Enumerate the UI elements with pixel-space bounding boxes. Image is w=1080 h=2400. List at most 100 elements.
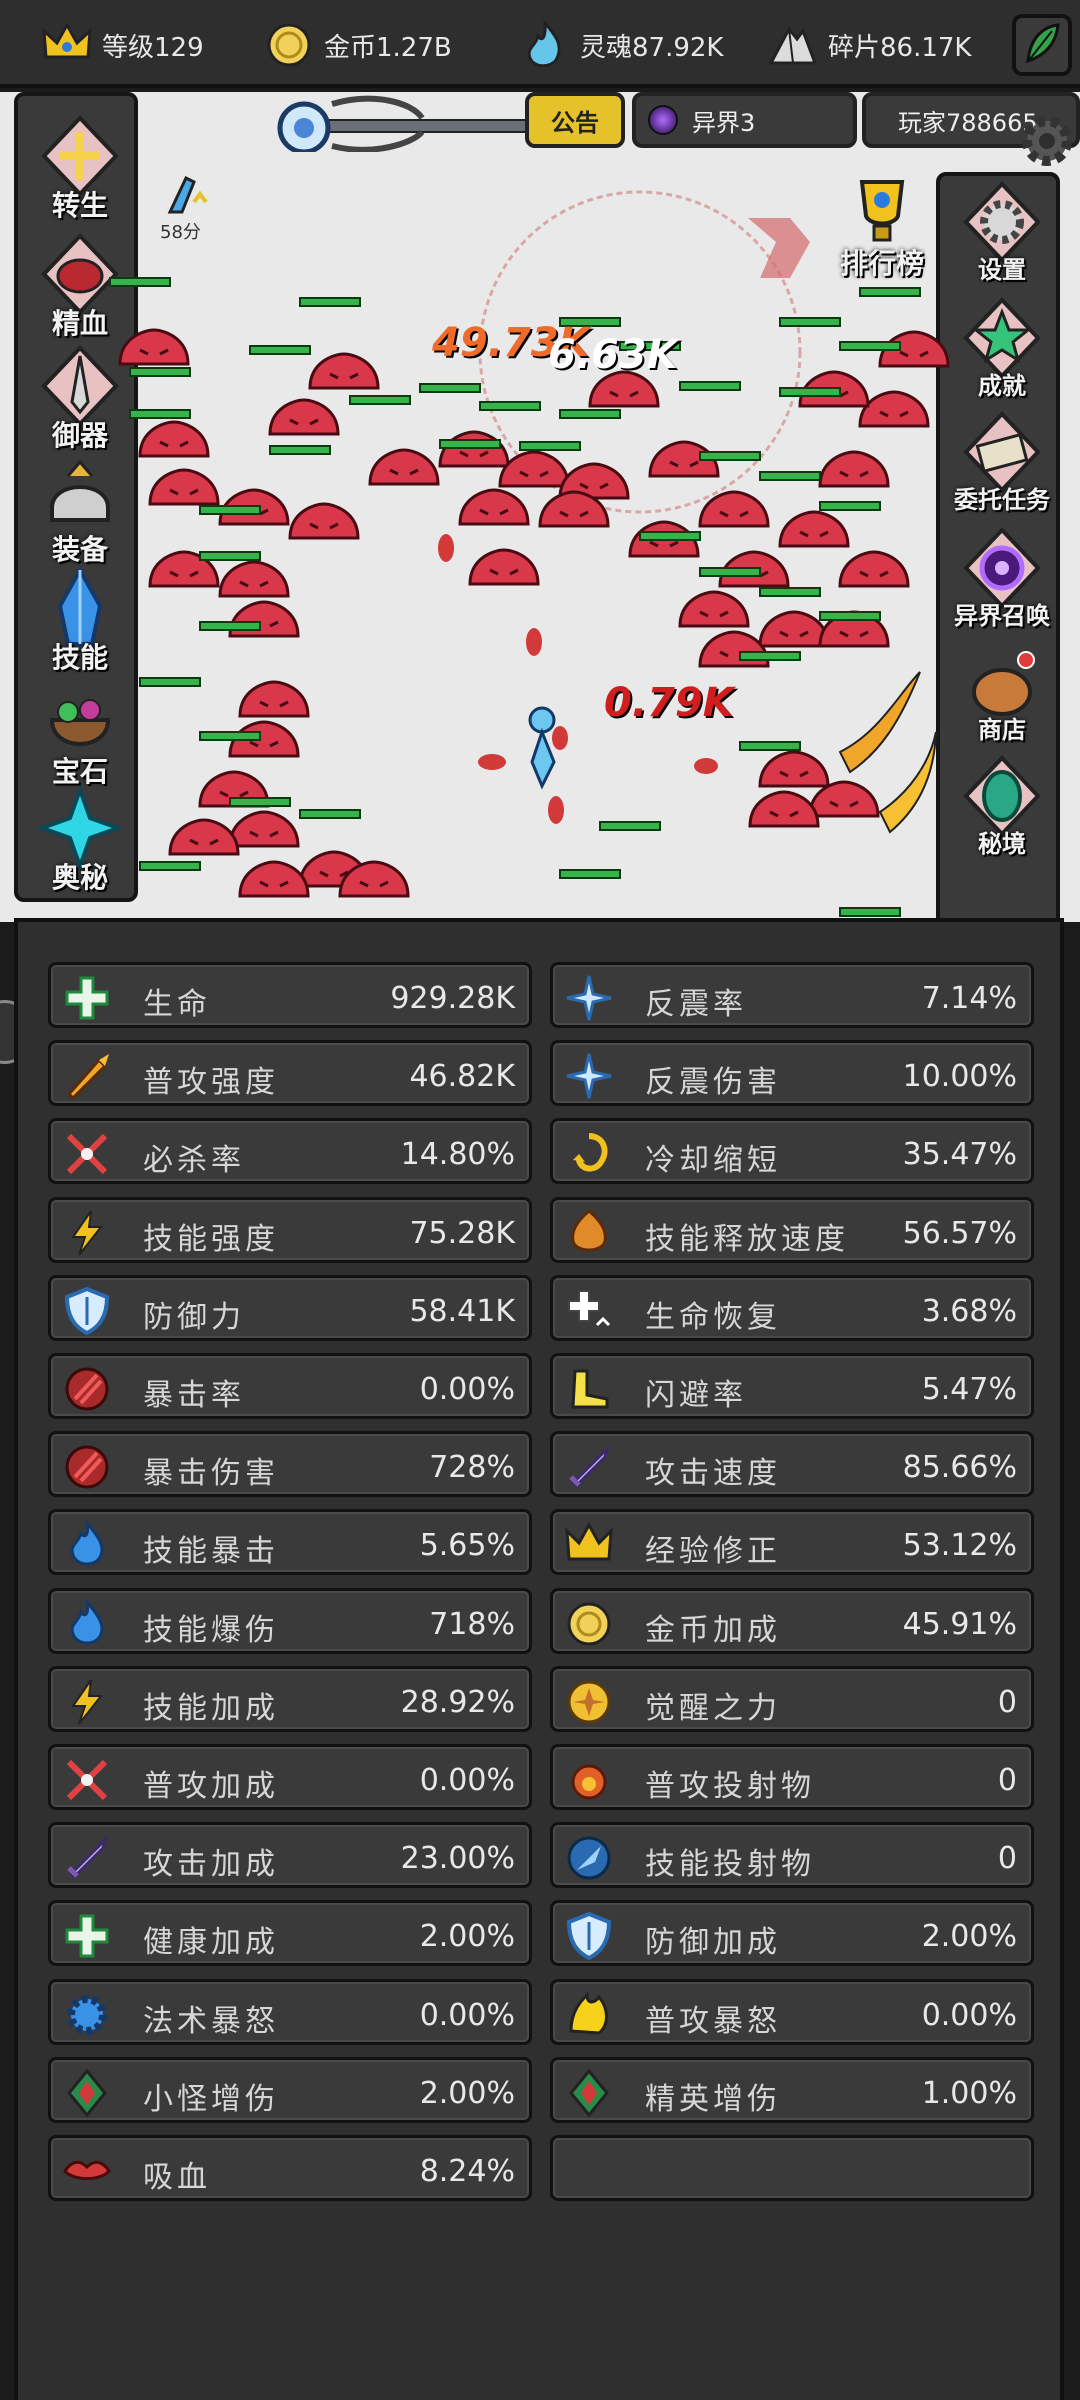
stat-name: 反震率 (645, 987, 747, 1022)
stat-name: 吸血 (143, 2160, 211, 2195)
stat-card[interactable]: 健康加成 2.00% (48, 1900, 532, 1966)
stat-name: 普攻强度 (143, 1065, 279, 1100)
stat-value: 8.24% (419, 2154, 515, 2189)
stat-card[interactable]: 技能爆伤 718% (48, 1588, 532, 1654)
stat-card[interactable]: 反震率 7.14% (550, 962, 1034, 1028)
stat-value: 7.14% (921, 981, 1017, 1016)
stat-name: 小怪增伤 (143, 2082, 279, 2117)
stat-value: 5.65% (419, 1528, 515, 1563)
stat-card[interactable]: 技能释放速度 56.57% (550, 1197, 1034, 1263)
stat-card[interactable]: 冷却缩短 35.47% (550, 1118, 1034, 1184)
enemy-swarm (109, 277, 950, 917)
stat-card[interactable]: 暴击率 0.00% (48, 1353, 532, 1419)
crown-icon (565, 1523, 613, 1561)
level-display: 等级129 (40, 14, 204, 76)
stat-name: 普攻加成 (143, 1769, 279, 1804)
stat-card[interactable]: 普攻强度 46.82K (48, 1040, 532, 1106)
stat-value: 46.82K (409, 1059, 515, 1094)
stat-name: 法术暴怒 (143, 2004, 279, 2039)
ice-shard-icon (565, 974, 613, 1022)
stat-name: 技能投射物 (645, 1847, 815, 1882)
hero-character (528, 706, 556, 790)
blue-gear-icon (63, 1991, 111, 2039)
stat-card[interactable]: 小怪增伤 2.00% (48, 2057, 532, 2123)
stat-value: 0 (997, 1685, 1017, 1720)
stat-value: 10.00% (902, 1059, 1017, 1094)
stat-card[interactable]: 技能加成 28.92% (48, 1666, 532, 1732)
sun-medal-icon (567, 1680, 611, 1724)
stat-card[interactable]: 技能强度 75.28K (48, 1197, 532, 1263)
stat-card[interactable]: 暴击伤害 728% (48, 1431, 532, 1497)
stat-card[interactable]: 防御加成 2.00% (550, 1900, 1034, 1966)
stat-card[interactable]: 闪避率 5.47% (550, 1353, 1034, 1419)
stat-name: 普攻暴怒 (645, 2004, 781, 2039)
stat-name: 暴击率 (143, 1378, 245, 1413)
crit-claw-icon (65, 1367, 109, 1411)
stat-name: 技能暴击 (143, 1534, 279, 1569)
stat-value: 53.12% (902, 1528, 1017, 1563)
cooldown-swirl-icon (565, 1130, 613, 1178)
battlefield: 公告 异界3 玩家788665 转生 精血 御器 装备 技能 宝石 奥秘 58分… (0, 92, 1080, 922)
stat-value: 1.00% (921, 2076, 1017, 2111)
stat-card[interactable]: 经验修正 53.12% (550, 1509, 1034, 1575)
stat-name: 闪避率 (645, 1378, 747, 1413)
stat-card[interactable]: 法术暴怒 0.00% (48, 1979, 532, 2045)
sword-icon (63, 1834, 111, 1882)
stat-card[interactable]: 吸血 8.24% (48, 2135, 532, 2201)
lightning-icon (72, 1210, 102, 1256)
stat-name: 攻击加成 (143, 1847, 279, 1882)
stat-value: 728% (429, 1450, 515, 1485)
stat-card[interactable]: 普攻加成 0.00% (48, 1744, 532, 1810)
stat-name: 必杀率 (143, 1143, 245, 1178)
stat-name: 冷却缩短 (645, 1143, 781, 1178)
shield-icon (567, 1912, 611, 1960)
stat-value: 2.00% (419, 1919, 515, 1954)
soul-text: 灵魂87.92K (580, 32, 724, 63)
damage-number: 6.63K (548, 332, 678, 378)
stat-card[interactable]: 必杀率 14.80% (48, 1118, 532, 1184)
stat-value: 3.68% (921, 1294, 1017, 1329)
level-text: 等级129 (102, 32, 204, 63)
stat-card[interactable]: 生命恢复 3.68% (550, 1275, 1034, 1341)
stat-card[interactable]: 技能投射物 0 (550, 1822, 1034, 1888)
stat-card[interactable]: 攻击速度 85.66% (550, 1431, 1034, 1497)
stat-value: 14.80% (400, 1137, 515, 1172)
stat-name: 暴击伤害 (143, 1456, 279, 1491)
stat-card[interactable]: 精英增伤 1.00% (550, 2057, 1034, 2123)
stat-name: 技能加成 (143, 1691, 279, 1726)
stat-card[interactable]: 普攻暴怒 0.00% (550, 1979, 1034, 2045)
stat-card[interactable]: 普攻投射物 0 (550, 1744, 1034, 1810)
boot-icon (571, 1369, 609, 1409)
blue-flame-icon (70, 1600, 104, 1645)
ice-shard-icon (565, 1052, 613, 1100)
stat-card-empty[interactable] (550, 2135, 1034, 2201)
blue-flame-icon (70, 1521, 104, 1566)
stat-card[interactable]: 攻击加成 23.00% (48, 1822, 532, 1888)
stat-card[interactable]: 金币加成 45.91% (550, 1588, 1034, 1654)
stat-card[interactable]: 反震伤害 10.00% (550, 1040, 1034, 1106)
sword-icon (565, 1443, 613, 1491)
leaf-icon (1022, 21, 1062, 69)
stat-value: 58.41K (409, 1294, 515, 1329)
damage-number: 0.79K (604, 680, 734, 726)
health-cross-icon (65, 1914, 109, 1958)
crossed-sword-icon (63, 1756, 111, 1804)
stat-value: 5.47% (921, 1372, 1017, 1407)
stat-value: 0.00% (921, 1998, 1017, 2033)
stat-name: 防御力 (143, 1300, 245, 1335)
stat-value: 45.91% (902, 1607, 1017, 1642)
top-resource-bar: 等级129 金币1.27B 灵魂87.92K 碎片86.17K (0, 0, 1080, 88)
stat-card[interactable]: 防御力 58.41K (48, 1275, 532, 1341)
stat-value: 0 (997, 1763, 1017, 1798)
stat-card[interactable]: 技能暴击 5.65% (48, 1509, 532, 1575)
stat-name: 生命恢复 (645, 1300, 781, 1335)
stat-card[interactable]: 觉醒之力 0 (550, 1666, 1034, 1732)
stat-value: 0 (997, 1841, 1017, 1876)
stat-name: 普攻投射物 (645, 1769, 815, 1804)
stat-name: 生命 (143, 987, 211, 1022)
stat-name: 攻击速度 (645, 1456, 781, 1491)
regen-cross-icon (567, 1289, 611, 1327)
leaf-button[interactable] (1012, 14, 1072, 76)
stat-card[interactable]: 生命 929.28K (48, 962, 532, 1028)
stat-name: 觉醒之力 (645, 1691, 781, 1726)
